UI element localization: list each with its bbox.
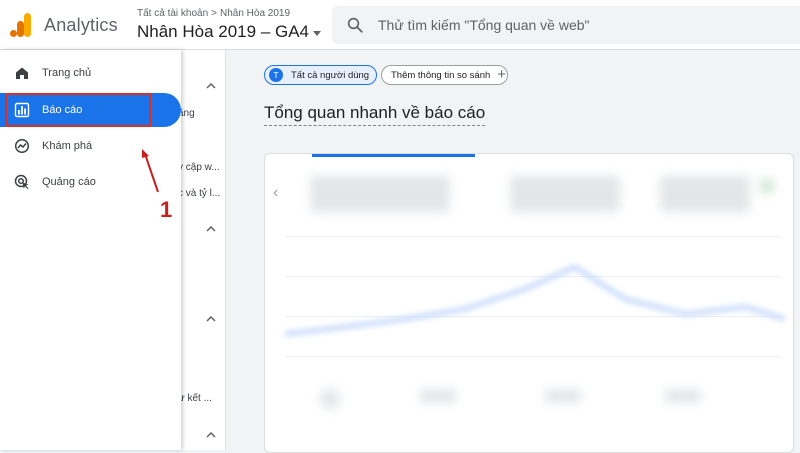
caret-down-icon <box>313 30 322 36</box>
blurred-metric <box>310 176 450 212</box>
blurred-gridline <box>285 236 780 237</box>
blurred-label <box>420 389 456 403</box>
analytics-logo-icon[interactable] <box>10 13 32 37</box>
nav-item-label: Trang chủ <box>42 67 92 79</box>
nav-item-home[interactable]: Trang chủ <box>0 56 181 90</box>
nav-item-reports[interactable]: Báo cáo <box>0 93 181 127</box>
search-input[interactable] <box>378 17 758 33</box>
main-content: T Tất cả người dùng Thêm thông tin so sá… <box>226 50 800 453</box>
breadcrumb-accounts[interactable]: Tất cả tài khoản <box>137 8 208 19</box>
blurred-metric <box>660 176 750 212</box>
blurred-badge <box>760 179 774 193</box>
chevron-right-icon: > <box>211 8 217 19</box>
add-comparison-button[interactable]: Thêm thông tin so sánh + <box>381 65 508 85</box>
add-comparison-label: Thêm thông tin so sánh <box>391 69 491 81</box>
property-selector[interactable]: Nhân Hòa 2019 – GA4 <box>137 22 322 42</box>
subnav-item[interactable]: y cập w... <box>181 162 220 173</box>
plus-icon: + <box>497 66 507 83</box>
top-app-bar: Analytics Tất cả tài khoản > Nhân Hòa 20… <box>0 0 800 50</box>
bar-chart-icon <box>14 102 30 118</box>
app-name: Analytics <box>44 15 118 35</box>
nav-item-label: Quảng cáo <box>42 176 96 188</box>
search-bar[interactable] <box>332 6 800 44</box>
audience-avatar: T <box>269 68 283 82</box>
search-icon <box>347 17 363 33</box>
blurred-label <box>545 389 581 403</box>
blurred-metric <box>510 176 620 212</box>
property-name: Nhân Hòa 2019 – GA4 <box>137 22 310 41</box>
audience-chip-all-users[interactable]: T Tất cả người dùng <box>264 65 377 85</box>
nav-item-label: Báo cáo <box>42 104 83 116</box>
chevron-up-icon[interactable] <box>206 83 216 89</box>
home-icon <box>16 67 28 79</box>
breadcrumb-account[interactable]: Nhân Hòa 2019 <box>220 8 290 19</box>
ads-icon <box>14 174 29 189</box>
blurred-line-chart <box>285 264 785 337</box>
chevron-left-icon[interactable]: ‹ <box>273 184 278 202</box>
overview-card: ‹ <box>264 153 794 453</box>
page-title: Tổng quan nhanh về báo cáo <box>264 103 486 126</box>
chevron-up-icon[interactable] <box>206 316 216 322</box>
nav-item-label: Khám phá <box>42 140 93 152</box>
breadcrumb: Tất cả tài khoản > Nhân Hòa 2019 <box>137 8 290 19</box>
blurred-label <box>665 389 701 403</box>
explore-icon <box>14 138 30 154</box>
active-tab-indicator <box>312 154 475 157</box>
audience-chip-label: Tất cả người dùng <box>291 69 370 81</box>
left-nav-sidebar: Trang chủ Báo cáo Khám phá Quảng cáo <box>0 50 181 450</box>
report-subnav: ăng y cập w... c và tỷ l... ừ kết ... <box>181 50 226 450</box>
chevron-up-icon[interactable] <box>206 226 216 232</box>
annotation-step-number: 1 <box>160 197 173 222</box>
chevron-up-icon[interactable] <box>206 432 216 438</box>
subnav-item[interactable]: ừ kết ... <box>181 393 212 404</box>
subnav-item[interactable]: ăng <box>181 108 195 119</box>
subnav-item[interactable]: c và tỷ l... <box>181 188 220 199</box>
annotation-arrow-icon <box>142 149 159 193</box>
blurred-icon <box>320 389 340 409</box>
